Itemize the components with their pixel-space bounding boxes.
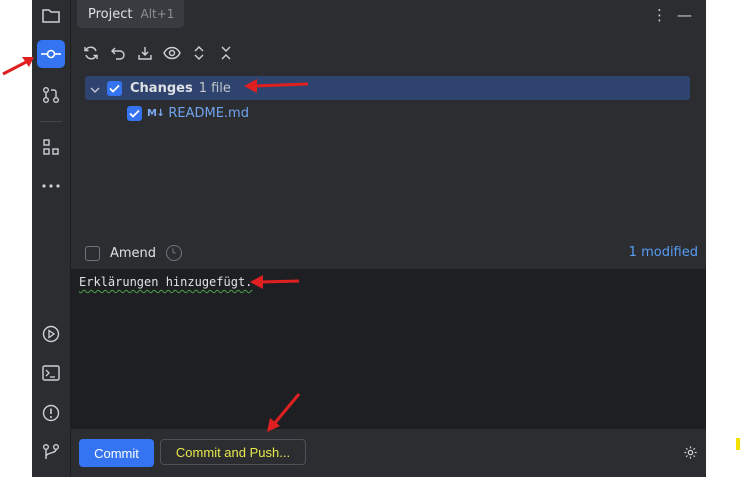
- refresh-icon[interactable]: [81, 42, 101, 64]
- changes-label: Changes: [130, 80, 193, 96]
- options-menu-icon[interactable]: ⋮: [652, 6, 667, 24]
- ide-window: Project Alt+1 ⋮ — Changes 1 file M↓ READ…: [32, 0, 706, 477]
- terminal-icon[interactable]: [37, 359, 65, 387]
- panel-header-actions: ⋮ —: [652, 6, 692, 24]
- file-row[interactable]: M↓ README.md: [127, 102, 249, 124]
- toolbar-divider: [40, 121, 62, 122]
- commit-icon[interactable]: [37, 40, 65, 68]
- git-branch-icon[interactable]: [37, 438, 65, 466]
- file-name[interactable]: README.md: [168, 106, 249, 121]
- gear-icon[interactable]: [683, 445, 698, 464]
- minimize-icon[interactable]: —: [677, 6, 692, 24]
- annotation-arrow-icon: [2, 57, 34, 76]
- changes-checkbox[interactable]: [107, 80, 122, 96]
- rollback-icon[interactable]: [108, 42, 128, 64]
- commit-message-text[interactable]: Erklärungen hinzugefügt.: [79, 275, 252, 289]
- folder-icon[interactable]: [37, 2, 65, 30]
- collapse-all-icon[interactable]: [216, 42, 236, 64]
- modified-status[interactable]: 1 modified: [629, 245, 698, 260]
- chevron-down-icon[interactable]: [90, 79, 100, 98]
- changes-group-row[interactable]: Changes 1 file: [85, 76, 690, 100]
- tab-project[interactable]: Project Alt+1: [77, 0, 184, 28]
- commit-and-push-button[interactable]: Commit and Push...: [160, 439, 306, 465]
- annotation-arrow-icon: [267, 393, 301, 432]
- commit-toolbar: [81, 42, 236, 64]
- tab-shortcut: Alt+1: [140, 7, 175, 21]
- problems-icon[interactable]: [37, 399, 65, 427]
- commit-panel: Project Alt+1 ⋮ — Changes 1 file M↓ READ…: [71, 0, 706, 477]
- more-icon[interactable]: [37, 172, 65, 200]
- highlight-mark: [736, 438, 740, 450]
- update-icon[interactable]: [135, 42, 155, 64]
- commit-button[interactable]: Commit: [79, 439, 154, 467]
- tab-title: Project: [88, 6, 133, 22]
- markdown-file-icon: M↓: [147, 107, 165, 119]
- preview-diff-icon[interactable]: [162, 42, 182, 64]
- amend-label[interactable]: Amend: [110, 246, 156, 261]
- amend-checkbox[interactable]: [85, 245, 100, 261]
- structure-icon[interactable]: [37, 133, 65, 161]
- annotation-arrow-icon: [250, 275, 300, 289]
- run-icon[interactable]: [37, 320, 65, 348]
- pull-request-icon[interactable]: [37, 81, 65, 109]
- changes-count: 1 file: [198, 80, 231, 96]
- annotation-arrow-icon: [244, 79, 309, 93]
- expand-all-icon[interactable]: [189, 42, 209, 64]
- file-checkbox[interactable]: [127, 105, 142, 121]
- history-clock-icon[interactable]: [166, 245, 183, 261]
- amend-row: Amend: [85, 243, 183, 263]
- commit-message-editor[interactable]: Erklärungen hinzugefügt.: [71, 269, 706, 429]
